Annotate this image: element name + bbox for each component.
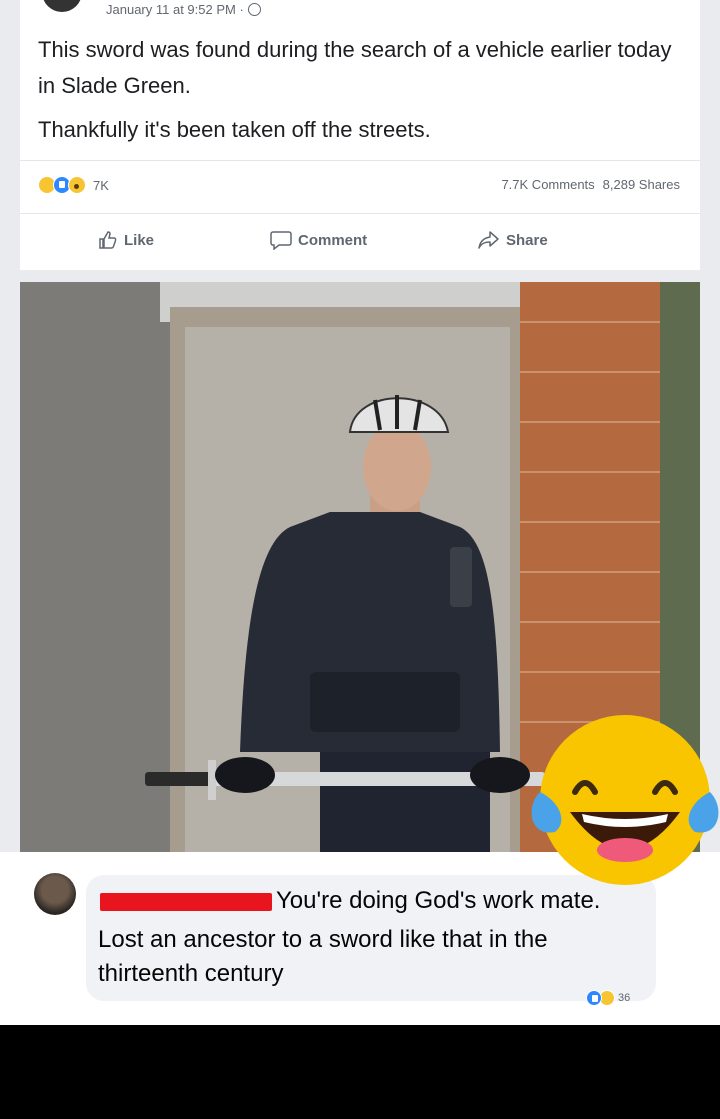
laughing-tears-emoji-icon	[531, 715, 719, 885]
reaction-summary[interactable]: 7K	[38, 175, 109, 195]
comment-text-line-2: Lost an ancestor to a sword like that in…	[98, 926, 548, 987]
share-button[interactable]: Share	[478, 230, 548, 250]
like-label: Like	[124, 231, 155, 249]
share-icon	[478, 231, 499, 249]
reaction-count: 7K	[93, 177, 109, 193]
comment-icon	[270, 231, 292, 250]
thumbs-up-icon	[99, 231, 117, 249]
comment-reactions[interactable]: 36	[586, 990, 630, 1006]
post-meta: January 11 at 9:52 PM ·	[106, 2, 261, 17]
post-card: January 11 at 9:52 PM · This sword was f…	[20, 0, 700, 270]
share-label: Share	[506, 231, 548, 249]
post-text: This sword was found during the search o…	[38, 32, 688, 148]
divider	[20, 213, 700, 214]
like-button[interactable]: Like	[98, 230, 154, 250]
post-actions: Like Comment Share	[20, 220, 700, 260]
globe-icon	[247, 3, 261, 16]
comment-bubble: You're doing God's work mate. Lost an an…	[86, 875, 656, 1001]
divider	[20, 160, 700, 161]
poster-avatar[interactable]	[42, 0, 82, 12]
comments-count[interactable]: 7.7K Comments	[501, 177, 594, 192]
comment-button[interactable]: Comment	[270, 230, 367, 250]
shares-count[interactable]: 8,289 Shares	[603, 177, 680, 192]
comment-reaction-count: 36	[618, 992, 631, 1004]
engagement-stats: 7.7K Comments 8,289 Shares	[501, 177, 680, 192]
commenter-avatar[interactable]	[34, 873, 76, 915]
comment-label: Comment	[298, 231, 368, 249]
post-text-line-1: This sword was found during the search o…	[38, 37, 672, 98]
redacted-commenter-name	[100, 893, 272, 911]
post-timestamp[interactable]: January 11 at 9:52 PM ·	[106, 2, 244, 17]
post-text-line-2: Thankfully it's been taken off the stree…	[38, 117, 431, 142]
wow-reaction-icon	[68, 176, 86, 194]
like-reaction-icon	[586, 990, 602, 1006]
